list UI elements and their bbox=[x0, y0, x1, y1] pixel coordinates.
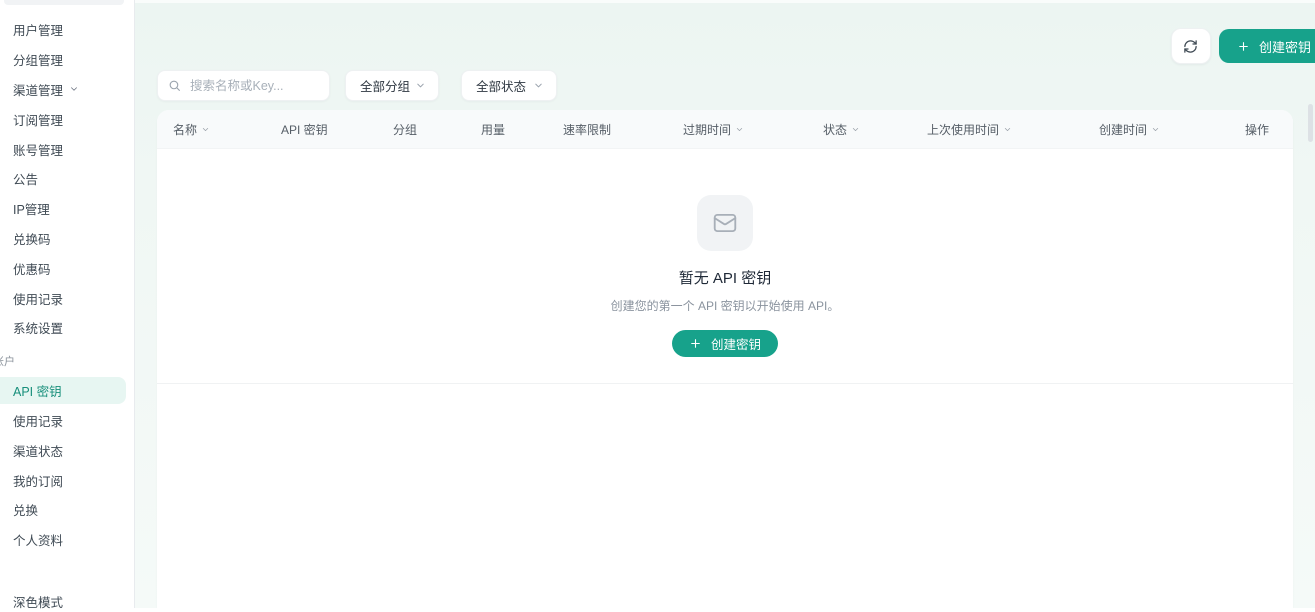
table-header-cell[interactable]: 过期时间 bbox=[683, 121, 823, 138]
group-filter-value: 全部分组 bbox=[360, 76, 410, 95]
sidebar-item-label: IP管理 bbox=[13, 199, 50, 218]
table-header-cell[interactable]: 速率限制 bbox=[563, 121, 683, 138]
empty-state-title: 暂无 API 密钥 bbox=[679, 267, 772, 288]
status-filter-select[interactable]: 全部状态 bbox=[461, 70, 557, 101]
column-label: 创建时间 bbox=[1099, 121, 1147, 138]
sidebar-item[interactable]: 用户管理 bbox=[0, 15, 126, 45]
sidebar-item-label: API 密钥 bbox=[13, 381, 62, 400]
sort-chevron-icon bbox=[735, 125, 744, 134]
column-label: 分组 bbox=[393, 121, 417, 138]
sidebar-item[interactable]: IP管理 bbox=[0, 194, 126, 224]
app: 用户管理 分组管理 渠道管理 订阅管理 bbox=[0, 0, 1315, 608]
table-header-cell[interactable]: 创建时间 bbox=[1099, 121, 1245, 138]
sidebar-item-label: 订阅管理 bbox=[13, 110, 63, 129]
column-label: 过期时间 bbox=[683, 121, 731, 138]
chevron-down-icon bbox=[533, 80, 544, 91]
sidebar-item-label: 使用记录 bbox=[13, 411, 63, 430]
sidebar-item[interactable]: 我的订阅 bbox=[0, 465, 126, 495]
sidebar-item[interactable]: 渠道管理 bbox=[0, 75, 126, 105]
sidebar-item[interactable]: API 密钥 bbox=[0, 377, 126, 404]
chevron-down-icon bbox=[415, 80, 426, 91]
sidebar-item-label: 公告 bbox=[13, 169, 38, 188]
sidebar-item[interactable]: 优惠码 bbox=[0, 253, 126, 283]
table-header-cell[interactable]: 上次使用时间 bbox=[927, 121, 1099, 138]
column-label: 用量 bbox=[481, 121, 505, 138]
search-icon bbox=[168, 79, 181, 92]
api-keys-table-card: 名称 API 密钥 分组 用量 bbox=[157, 110, 1293, 608]
sidebar-section-label-account: 账户 bbox=[0, 350, 134, 372]
refresh-icon bbox=[1183, 39, 1198, 54]
table-header-row: 名称 API 密钥 分组 用量 bbox=[157, 110, 1293, 149]
sidebar-item[interactable]: 使用记录 bbox=[0, 406, 126, 436]
table-header-cell[interactable]: API 密钥 bbox=[281, 121, 393, 138]
column-label: 速率限制 bbox=[563, 121, 611, 138]
sidebar-item-label: 个人资料 bbox=[13, 530, 63, 549]
create-key-button-label: 创建密钥 bbox=[1259, 37, 1311, 56]
table-body-filler bbox=[157, 384, 1293, 608]
table-header-cell[interactable]: 名称 bbox=[173, 121, 281, 138]
create-key-button-top[interactable]: 创建密钥 bbox=[1219, 29, 1315, 63]
chevron-down-icon bbox=[69, 84, 79, 94]
header-actions: 创建密钥 bbox=[1171, 28, 1315, 64]
sidebar-admin-nav: 用户管理 分组管理 渠道管理 订阅管理 bbox=[0, 15, 134, 343]
sidebar-item-label: 渠道状态 bbox=[13, 441, 63, 460]
column-label: 名称 bbox=[173, 121, 197, 138]
search-input[interactable] bbox=[188, 78, 319, 94]
sidebar-item[interactable]: 使用记录 bbox=[0, 283, 126, 313]
create-key-button-empty-state[interactable]: 创建密钥 bbox=[672, 330, 778, 357]
sort-chevron-icon bbox=[1003, 125, 1012, 134]
sidebar-item[interactable]: 兑换 bbox=[0, 495, 126, 525]
table-empty-state: 暂无 API 密钥 创建您的第一个 API 密钥以开始使用 API。 创建密钥 bbox=[157, 149, 1293, 384]
filter-bar: 全部分组 全部状态 bbox=[157, 70, 1315, 101]
empty-state-subtitle: 创建您的第一个 API 密钥以开始使用 API。 bbox=[611, 297, 840, 314]
sidebar-item[interactable]: 订阅管理 bbox=[0, 104, 126, 134]
sidebar-item[interactable]: 账号管理 bbox=[0, 134, 126, 164]
main-content: 创建密钥 全部分组 全部状态 名称 bbox=[135, 0, 1315, 608]
sidebar-item[interactable]: 系统设置 bbox=[0, 313, 126, 343]
sidebar-item[interactable]: 兑换码 bbox=[0, 224, 126, 254]
column-label: 操作 bbox=[1245, 121, 1269, 138]
sidebar-account-nav: API 密钥 使用记录 渠道状态 我的订阅 兑换 bbox=[0, 376, 134, 555]
sidebar-clipped-item bbox=[4, 0, 124, 5]
sort-chevron-icon bbox=[1151, 125, 1160, 134]
sidebar-item-label: 使用记录 bbox=[13, 289, 63, 308]
sidebar-item[interactable]: 个人资料 bbox=[0, 525, 126, 555]
create-key-button-label: 创建密钥 bbox=[711, 334, 761, 353]
sort-chevron-icon bbox=[851, 125, 860, 134]
sidebar-item-label: 渠道管理 bbox=[13, 80, 63, 99]
sidebar-item-label: 账号管理 bbox=[13, 140, 63, 159]
column-label: 上次使用时间 bbox=[927, 121, 999, 138]
sort-chevron-icon bbox=[201, 125, 210, 134]
table-header-cell[interactable]: 用量 bbox=[481, 121, 563, 138]
plus-icon bbox=[689, 337, 702, 350]
sidebar-item-label: 用户管理 bbox=[13, 20, 63, 39]
table-header-cell[interactable]: 操作 bbox=[1245, 121, 1293, 138]
sidebar-item-label: 我的订阅 bbox=[13, 471, 63, 490]
table-header-cell[interactable]: 状态 bbox=[823, 121, 927, 138]
search-box bbox=[157, 70, 330, 101]
plus-icon bbox=[1237, 40, 1250, 53]
sidebar-item[interactable]: 渠道状态 bbox=[0, 435, 126, 465]
scrollbar[interactable] bbox=[1308, 104, 1313, 142]
status-filter-value: 全部状态 bbox=[476, 76, 526, 95]
sidebar-item-label: 优惠码 bbox=[13, 259, 51, 278]
sidebar-item[interactable]: 分组管理 bbox=[0, 45, 126, 75]
table-header-cell[interactable]: 分组 bbox=[393, 121, 481, 138]
column-label: API 密钥 bbox=[281, 121, 328, 138]
mail-icon bbox=[712, 210, 738, 236]
sidebar-item[interactable]: 公告 bbox=[0, 164, 126, 194]
empty-state-icon-box bbox=[697, 195, 753, 251]
column-label: 状态 bbox=[823, 121, 847, 138]
dark-mode-toggle[interactable]: 深色模式 bbox=[0, 590, 134, 612]
sidebar-item-label: 兑换 bbox=[13, 500, 38, 519]
group-filter-select[interactable]: 全部分组 bbox=[345, 70, 439, 101]
refresh-button[interactable] bbox=[1171, 28, 1211, 64]
sidebar-item-label: 分组管理 bbox=[13, 50, 63, 69]
sidebar-item-label: 系统设置 bbox=[13, 318, 63, 337]
sidebar-item-label: 兑换码 bbox=[13, 229, 51, 248]
sidebar: 用户管理 分组管理 渠道管理 订阅管理 bbox=[0, 0, 135, 608]
